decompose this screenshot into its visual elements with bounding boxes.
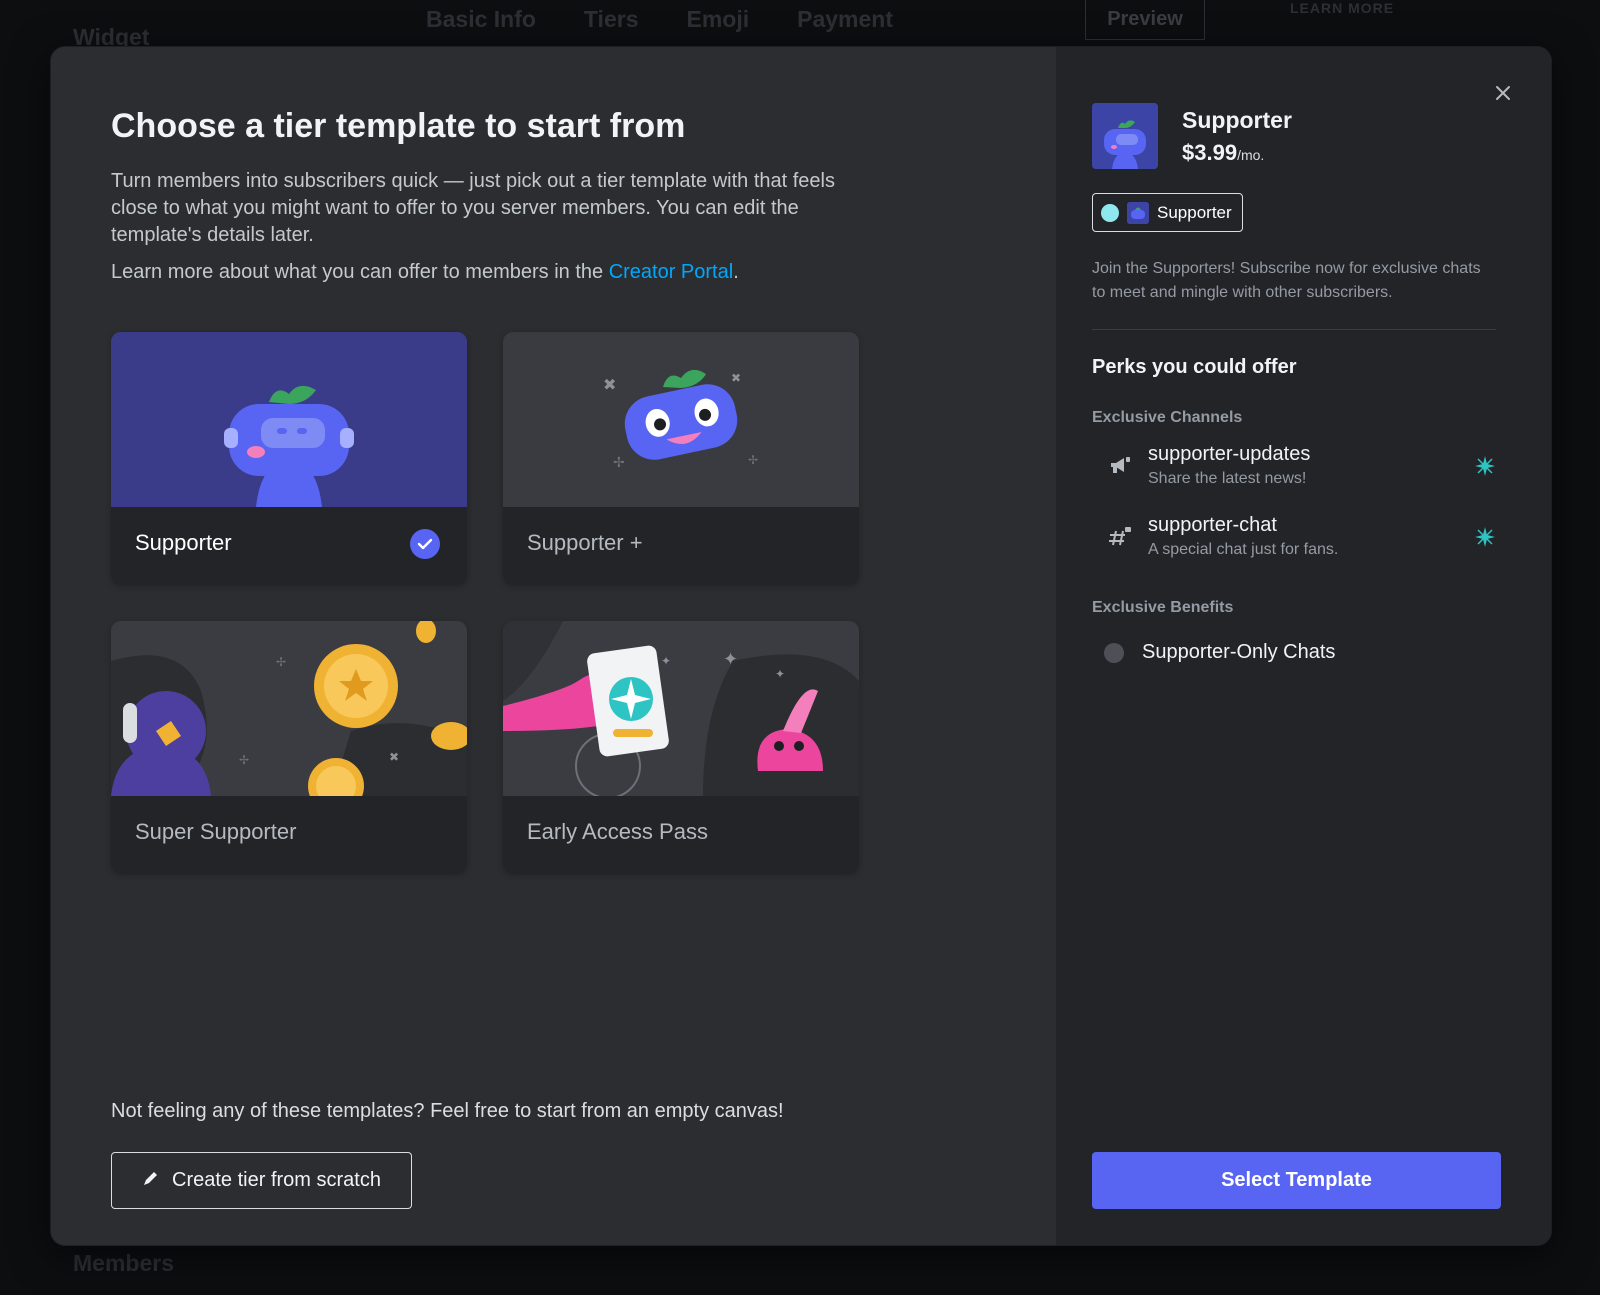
benefit-item: Supporter-Only Chats: [1092, 641, 1511, 664]
exclusive-channels-heading: Exclusive Channels: [1092, 409, 1243, 426]
template-card-early-access-pass[interactable]: ✦ ✦ ✦ Early Access Pass: [503, 621, 859, 873]
template-chooser: Choose a tier template to start from Tur…: [51, 47, 1056, 1245]
bg-members-label: Members: [73, 1250, 174, 1276]
bg-tab-basic-info[interactable]: Basic Info: [426, 6, 536, 33]
megaphone-icon: [1092, 455, 1148, 477]
bg-tab-emoji[interactable]: Emoji: [686, 6, 749, 33]
benefit-emoji-icon: [1104, 642, 1124, 663]
svg-text:✢: ✢: [613, 455, 625, 471]
channel-text: supporter-chat A special chat just for f…: [1148, 514, 1338, 559]
template-label: Supporter +: [527, 530, 643, 555]
perks-title: Perks you could offer: [1092, 356, 1297, 378]
template-label: Early Access Pass: [527, 819, 708, 844]
tier-template-modal: Choose a tier template to start from Tur…: [51, 47, 1551, 1245]
modal-description: Turn members into subscribers quick — ju…: [111, 170, 835, 246]
svg-text:✖: ✖: [603, 375, 616, 394]
supporter-plus-illustration: ✖ ✖ ✢ ✢: [503, 332, 859, 507]
creator-portal-link[interactable]: Creator Portal: [609, 261, 734, 283]
close-icon[interactable]: [1491, 81, 1515, 105]
role-chip: Supporter: [1092, 193, 1243, 232]
svg-text:✢: ✢: [276, 655, 286, 669]
sparkle-icon: [1474, 526, 1496, 553]
early-access-illustration: ✦ ✦ ✦: [503, 621, 859, 796]
svg-text:✢: ✢: [239, 753, 249, 767]
role-chip-label: Supporter: [1157, 202, 1232, 222]
create-tier-from-scratch-button[interactable]: Create tier from scratch: [111, 1152, 412, 1209]
template-label: Super Supporter: [135, 819, 297, 844]
template-preview-panel: Supporter $3.99/mo. Supporter Join the S…: [1056, 47, 1551, 1245]
learn-prefix: Learn more about what you can offer to m…: [111, 261, 609, 283]
channel-desc: A special chat just for fans.: [1148, 541, 1339, 558]
bg-tab-tiers[interactable]: Tiers: [584, 6, 639, 33]
channel-text: supporter-updates Share the latest news!: [1148, 443, 1310, 488]
role-color-dot: [1101, 203, 1119, 222]
channel-name: supporter-updates: [1148, 443, 1311, 465]
template-card-supporter[interactable]: Supporter: [111, 332, 467, 584]
supporter-illustration: [111, 332, 467, 507]
tier-header: Supporter $3.99/mo.: [1092, 103, 1511, 169]
price-unit: /mo.: [1237, 147, 1265, 163]
role-icon: [1127, 201, 1149, 224]
checkmark-icon: [410, 529, 440, 559]
price-amount: $3.99: [1182, 140, 1238, 165]
svg-text:✦: ✦: [775, 667, 785, 681]
channel-item: supporter-updates Share the latest news!: [1092, 443, 1496, 488]
bg-preview-button[interactable]: Preview: [1085, 0, 1205, 40]
template-label: Supporter: [135, 530, 232, 555]
channel-name: supporter-chat: [1148, 514, 1277, 536]
svg-text:✖: ✖: [389, 750, 399, 764]
template-grid: Supporter ✖ ✖ ✢ ✢ Supporter + ✢ ✢ ✖ Supe…: [111, 332, 859, 873]
channel-item: supporter-chat A special chat just for f…: [1092, 514, 1496, 559]
template-card-super-supporter[interactable]: ✢ ✢ ✖ Super Supporter: [111, 621, 467, 873]
super-supporter-illustration: ✢ ✢ ✖: [111, 621, 467, 796]
locked-hashtag-icon: [1092, 525, 1148, 549]
learn-more-text: Learn more about what you can offer to m…: [111, 261, 1056, 284]
channel-desc: Share the latest news!: [1148, 470, 1307, 487]
modal-title: Choose a tier template to start from: [111, 107, 686, 145]
bg-tab-payment[interactable]: Payment: [797, 6, 893, 33]
svg-text:✖: ✖: [731, 371, 741, 385]
learn-suffix: .: [733, 261, 739, 283]
select-template-button[interactable]: Select Template: [1092, 1152, 1501, 1209]
tier-info: Supporter $3.99/mo.: [1182, 103, 1292, 166]
pencil-icon: [142, 1169, 160, 1193]
exclusive-benefits-heading: Exclusive Benefits: [1092, 599, 1234, 616]
bg-learn-more: LEARN MORE: [1290, 0, 1395, 16]
tier-avatar: [1092, 103, 1158, 169]
tier-name: Supporter: [1182, 107, 1292, 133]
svg-text:✦: ✦: [723, 649, 738, 670]
scratch-button-label: Create tier from scratch: [172, 1169, 381, 1191]
svg-text:✦: ✦: [661, 654, 671, 668]
svg-text:✢: ✢: [748, 453, 758, 467]
bg-tabs: Basic Info Tiers Emoji Payment: [426, 6, 893, 33]
benefit-name: Supporter-Only Chats: [1142, 641, 1336, 663]
divider: [1092, 329, 1496, 330]
template-card-supporter-plus[interactable]: ✖ ✖ ✢ ✢ Supporter +: [503, 332, 859, 584]
tier-description: Join the Supporters! Subscribe now for e…: [1092, 260, 1481, 301]
tier-price: $3.99/mo.: [1182, 140, 1292, 166]
sparkle-icon: [1474, 455, 1496, 482]
empty-canvas-note: Not feeling any of these templates? Feel…: [111, 1100, 784, 1122]
